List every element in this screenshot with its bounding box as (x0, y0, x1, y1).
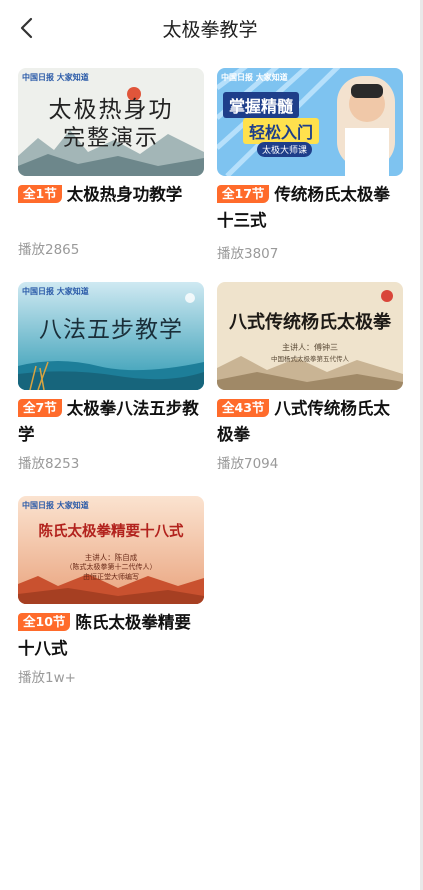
thumb-title-line1: 太极热身功 (48, 97, 174, 123)
lesson-count-badge: 全17节 (217, 185, 270, 203)
play-count: 播放1w+ (18, 670, 76, 686)
play-count: 播放8253 (18, 456, 80, 472)
nav-header: 太极拳教学 (0, 0, 420, 56)
course-thumbnail: 八式传统杨氏太极拳 主讲人：傅钟三 中国杨式太极拳第五代传人 (217, 282, 403, 390)
course-thumbnail: 陈氏太极拳精要十八式 主讲人：陈自成 （陈式太极拳第十二代传人） 由恒正堂大师编… (18, 496, 204, 604)
thumb-sub3: 由恒正堂大师编写 (83, 573, 139, 581)
course-card[interactable]: 太极热身功 完整演示 中国日报 大家知道 全1节 太极热身功教学 播放2865 (18, 68, 204, 258)
brand-logo: 中国日报 大家知道 (22, 73, 89, 82)
thumb-title-line1: 八法五步教学 (39, 317, 183, 343)
play-count: 播放3807 (217, 246, 279, 262)
brand-logo: 中国日报 大家知道 (22, 501, 89, 510)
course-title: 全7节 太极拳八法五步教学 (18, 399, 199, 444)
thumb-tag: 太极大师课 (257, 142, 313, 157)
thumb-title-line1: 陈氏太极拳精要十八式 (38, 524, 184, 540)
brand-logo: 中国日报 大家知道 (22, 287, 89, 296)
thumb-sub1: 主讲人：傅钟三 (282, 343, 338, 352)
thumb-title-line1: 掌握精髓 (223, 92, 300, 118)
lesson-count-badge: 全7节 (18, 399, 62, 417)
lesson-count-badge: 全43节 (217, 399, 270, 417)
course-thumbnail: 太极热身功 完整演示 中国日报 大家知道 (18, 68, 204, 176)
course-card[interactable]: 八式传统杨氏太极拳 主讲人：傅钟三 中国杨式太极拳第五代传人 全43节 八式传统杨… (217, 282, 403, 472)
course-title: 全10节 陈氏太极拳精要十八式 (18, 613, 191, 658)
play-count: 播放2865 (18, 242, 80, 258)
course-card[interactable]: 陈氏太极拳精要十八式 主讲人：陈自成 （陈式太极拳第十二代传人） 由恒正堂大师编… (18, 496, 204, 686)
course-title: 全43节 八式传统杨氏太极拳 (217, 399, 390, 444)
thumb-sub2: （陈式太极拳第十二代传人） (65, 563, 157, 571)
thumb-sub2: 中国杨式太极拳第五代传人 (271, 355, 349, 363)
course-title: 全17节 传统杨氏太极拳十三式 (217, 185, 390, 230)
play-count: 播放7094 (217, 456, 279, 472)
course-card[interactable]: 八法五步教学 中国日报 大家知道 全7节 太极拳八法五步教学 播放8253 (18, 282, 204, 472)
course-thumbnail: 八法五步教学 中国日报 大家知道 (18, 282, 204, 390)
lesson-count-badge: 全1节 (18, 185, 62, 203)
course-title: 全1节 太极热身功教学 (18, 182, 206, 208)
course-card[interactable]: 掌握精髓 轻松入门 太极大师课 中国日报 大家知道 全17节 传统杨氏太极拳十三式… (217, 68, 403, 262)
thumb-title-line1: 八式传统杨氏太极拳 (229, 312, 391, 333)
course-thumbnail: 掌握精髓 轻松入门 太极大师课 中国日报 大家知道 (217, 68, 403, 176)
lesson-count-badge: 全10节 (18, 613, 71, 631)
thumb-title-line2: 完整演示 (62, 126, 159, 151)
thumb-title-line2: 轻松入门 (243, 118, 320, 144)
page-title: 太极拳教学 (162, 19, 258, 41)
brand-logo: 中国日报 大家知道 (221, 73, 288, 82)
